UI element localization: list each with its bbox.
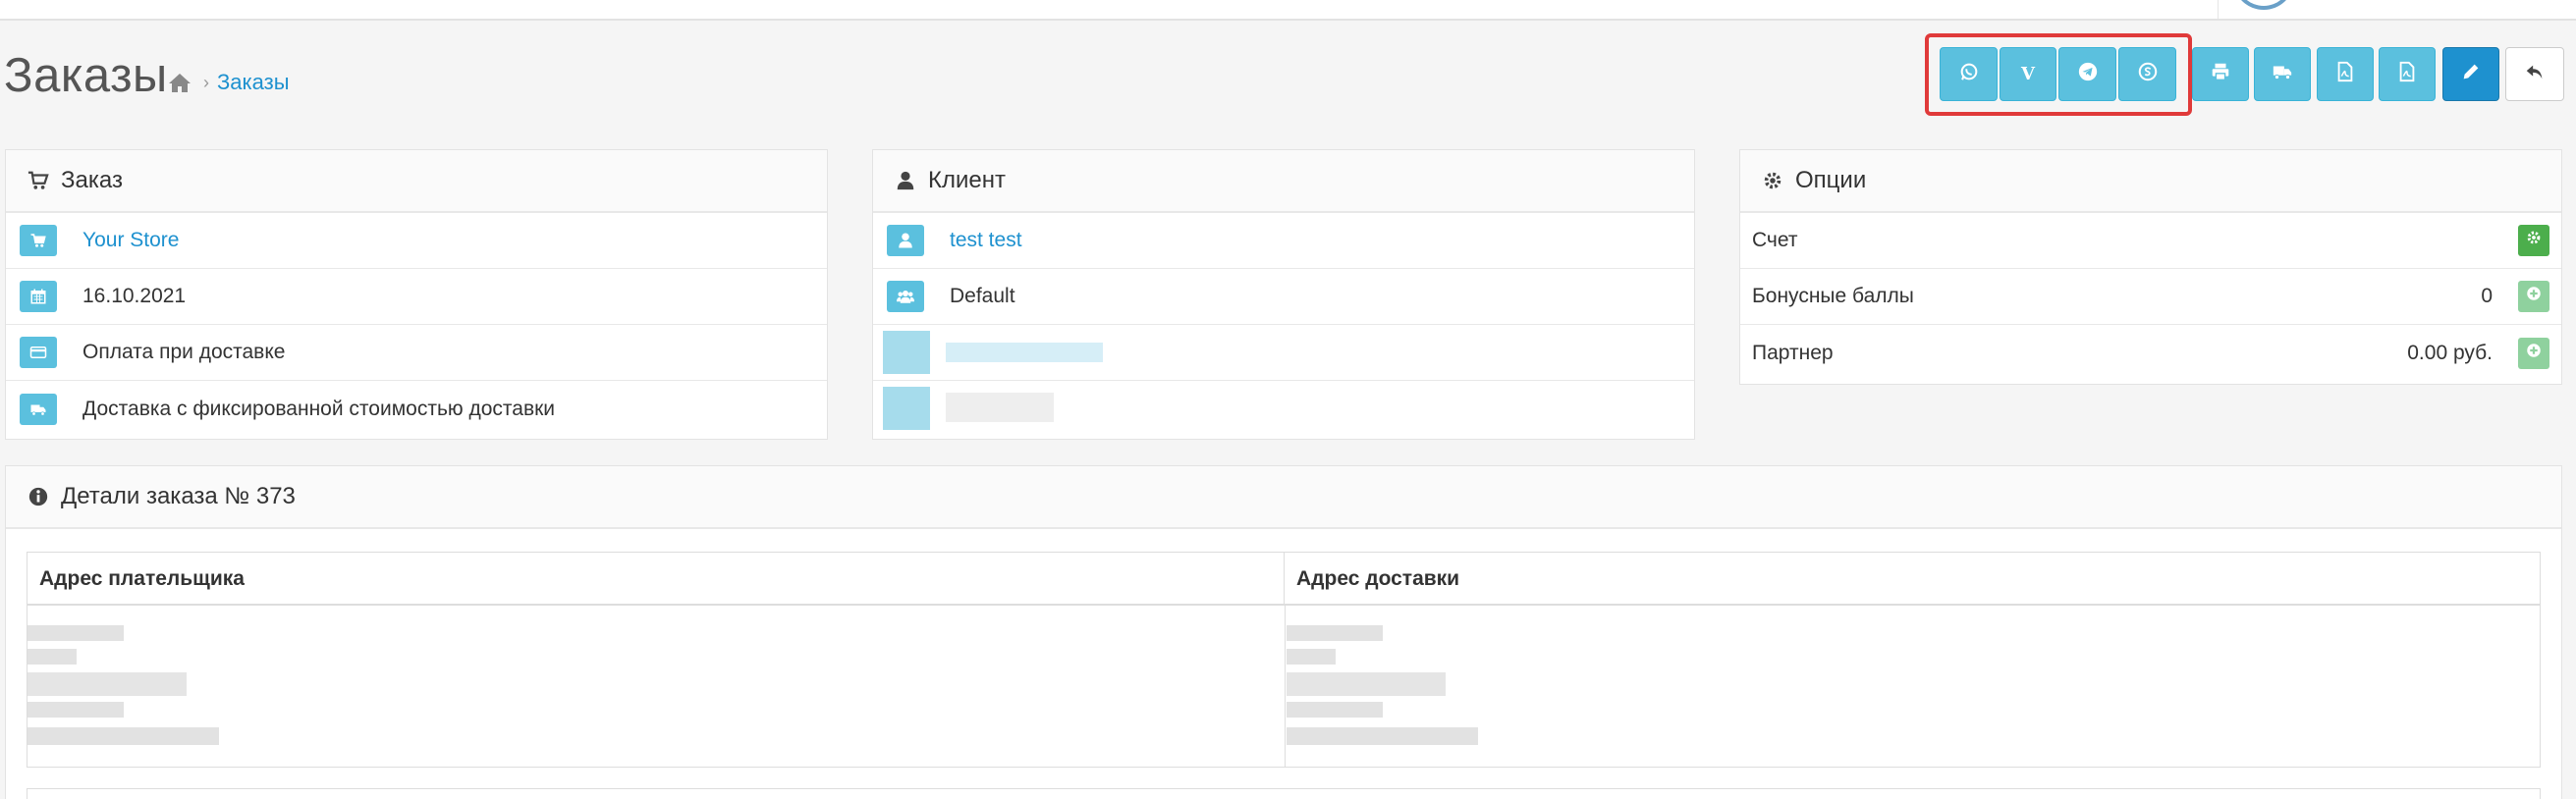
gear-icon bbox=[2525, 229, 2543, 252]
redacted-line bbox=[27, 727, 219, 745]
telegram-button[interactable] bbox=[2058, 47, 2116, 101]
customer-group: Default bbox=[950, 285, 1015, 307]
truck-icon bbox=[2272, 61, 2293, 87]
order-details-title: Детали заказа № 373 bbox=[61, 483, 296, 509]
store-link[interactable]: Your Store bbox=[82, 229, 179, 252]
top-navbar bbox=[0, 0, 2576, 21]
address-table: Адрес плательщика Адрес доставки bbox=[27, 552, 2541, 768]
options-panel-heading: Опции bbox=[1740, 150, 2561, 213]
plus-circle-icon bbox=[2525, 285, 2543, 308]
print-invoice-button[interactable] bbox=[2192, 47, 2249, 101]
order-store-row: Your Store bbox=[6, 213, 827, 269]
back-button[interactable] bbox=[2505, 47, 2564, 101]
redacted-line bbox=[1287, 649, 1336, 665]
shipping-address-header: Адрес доставки bbox=[1285, 553, 2540, 606]
generate-invoice-button[interactable] bbox=[2518, 225, 2549, 256]
whatsapp-icon bbox=[1958, 61, 1980, 87]
order-panel-title: Заказ bbox=[61, 167, 123, 193]
reply-icon bbox=[2524, 61, 2546, 87]
option-affiliate-label: Партнер bbox=[1752, 341, 1834, 364]
option-reward-value: 0 bbox=[2481, 285, 2493, 307]
redacted-line bbox=[1287, 702, 1383, 718]
viber-icon: V bbox=[2021, 64, 2035, 84]
shipping-method: Доставка с фиксированной стоимостью дост… bbox=[82, 397, 556, 420]
order-payment-row: Оплата при доставке bbox=[6, 325, 827, 381]
payment-address-header: Адрес плательщика bbox=[27, 553, 1285, 606]
customer-name-link[interactable]: test test bbox=[950, 229, 1022, 252]
telegram-icon bbox=[2077, 61, 2099, 87]
breadcrumb: › Заказы bbox=[168, 68, 290, 97]
cart-icon bbox=[27, 171, 49, 189]
pdf-invoice-button[interactable] bbox=[2317, 47, 2374, 101]
options-panel: Опции Счет Бонусные баллы 0 Партнер 0.00… bbox=[1739, 149, 2562, 385]
customer-panel-heading: Клиент bbox=[873, 150, 1694, 213]
phone-icon-redacted bbox=[883, 387, 930, 430]
redacted-line bbox=[27, 649, 77, 665]
calendar-icon bbox=[20, 281, 57, 312]
user-icon bbox=[887, 225, 924, 256]
order-shipping-row: Доставка с фиксированной стоимостью дост… bbox=[6, 381, 827, 437]
breadcrumb-separator: › bbox=[203, 72, 209, 92]
option-invoice-label: Счет bbox=[1752, 229, 1798, 251]
email-icon-redacted bbox=[883, 331, 930, 374]
customer-group-row: Default bbox=[873, 269, 1694, 325]
phone-redacted bbox=[946, 393, 1054, 422]
redacted-line bbox=[1287, 727, 1478, 745]
redacted-line bbox=[27, 702, 124, 718]
navbar-divider bbox=[2218, 0, 2219, 19]
skype-button[interactable] bbox=[2118, 47, 2176, 101]
users-group-icon bbox=[887, 281, 924, 312]
whatsapp-button[interactable] bbox=[1940, 47, 1998, 101]
pdf-icon bbox=[2396, 61, 2418, 87]
order-details-heading: Детали заказа № 373 bbox=[6, 466, 2561, 529]
redacted-line bbox=[1287, 625, 1383, 641]
option-reward-label: Бонусные баллы bbox=[1752, 285, 1914, 307]
home-icon[interactable] bbox=[168, 72, 192, 93]
customer-email-row bbox=[873, 325, 1694, 381]
email-redacted bbox=[946, 343, 1103, 362]
payment-method: Оплата при доставке bbox=[82, 341, 286, 363]
redacted-line bbox=[27, 672, 187, 696]
option-affiliate-row: Партнер 0.00 руб. bbox=[1740, 325, 2561, 381]
customer-panel-title: Клиент bbox=[928, 167, 1006, 193]
pdf-shipping-button[interactable] bbox=[2379, 47, 2436, 101]
info-circle-icon bbox=[28, 487, 48, 506]
page-title: Заказы bbox=[4, 49, 168, 102]
add-reward-button[interactable] bbox=[2518, 281, 2549, 312]
order-panel: Заказ Your Store 16.10.2021 Оплата при д… bbox=[5, 149, 828, 440]
user-avatar[interactable] bbox=[2234, 0, 2293, 10]
pencil-icon bbox=[2460, 61, 2482, 87]
plus-circle-icon bbox=[2525, 342, 2543, 365]
options-panel-title: Опции bbox=[1795, 167, 1867, 193]
skype-icon bbox=[2137, 61, 2159, 87]
option-invoice-row: Счет bbox=[1740, 213, 2561, 269]
customer-name-row: test test bbox=[873, 213, 1694, 269]
redacted-line bbox=[27, 625, 124, 641]
user-icon bbox=[897, 171, 914, 190]
customer-phone-row bbox=[873, 381, 1694, 437]
credit-card-icon bbox=[20, 337, 57, 368]
gear-icon bbox=[1764, 172, 1781, 189]
customer-panel: Клиент test test Default bbox=[872, 149, 1695, 440]
order-date: 16.10.2021 bbox=[82, 285, 187, 307]
truck-icon bbox=[20, 393, 57, 425]
cart-icon bbox=[20, 225, 57, 256]
edit-button[interactable] bbox=[2442, 47, 2499, 101]
redacted-line bbox=[1287, 672, 1446, 696]
option-affiliate-value: 0.00 руб. bbox=[2407, 341, 2493, 364]
next-table-edge bbox=[27, 788, 2541, 799]
column-divider bbox=[1285, 606, 1286, 767]
add-commission-button[interactable] bbox=[2518, 337, 2549, 369]
order-panel-heading: Заказ bbox=[6, 150, 827, 213]
pdf-icon bbox=[2334, 61, 2356, 87]
viber-button[interactable]: V bbox=[2000, 47, 2056, 101]
print-shipping-button[interactable] bbox=[2254, 47, 2311, 101]
breadcrumb-orders-link[interactable]: Заказы bbox=[217, 70, 290, 95]
print-icon bbox=[2210, 61, 2231, 87]
order-date-row: 16.10.2021 bbox=[6, 269, 827, 325]
option-reward-row: Бонусные баллы 0 bbox=[1740, 269, 2561, 325]
